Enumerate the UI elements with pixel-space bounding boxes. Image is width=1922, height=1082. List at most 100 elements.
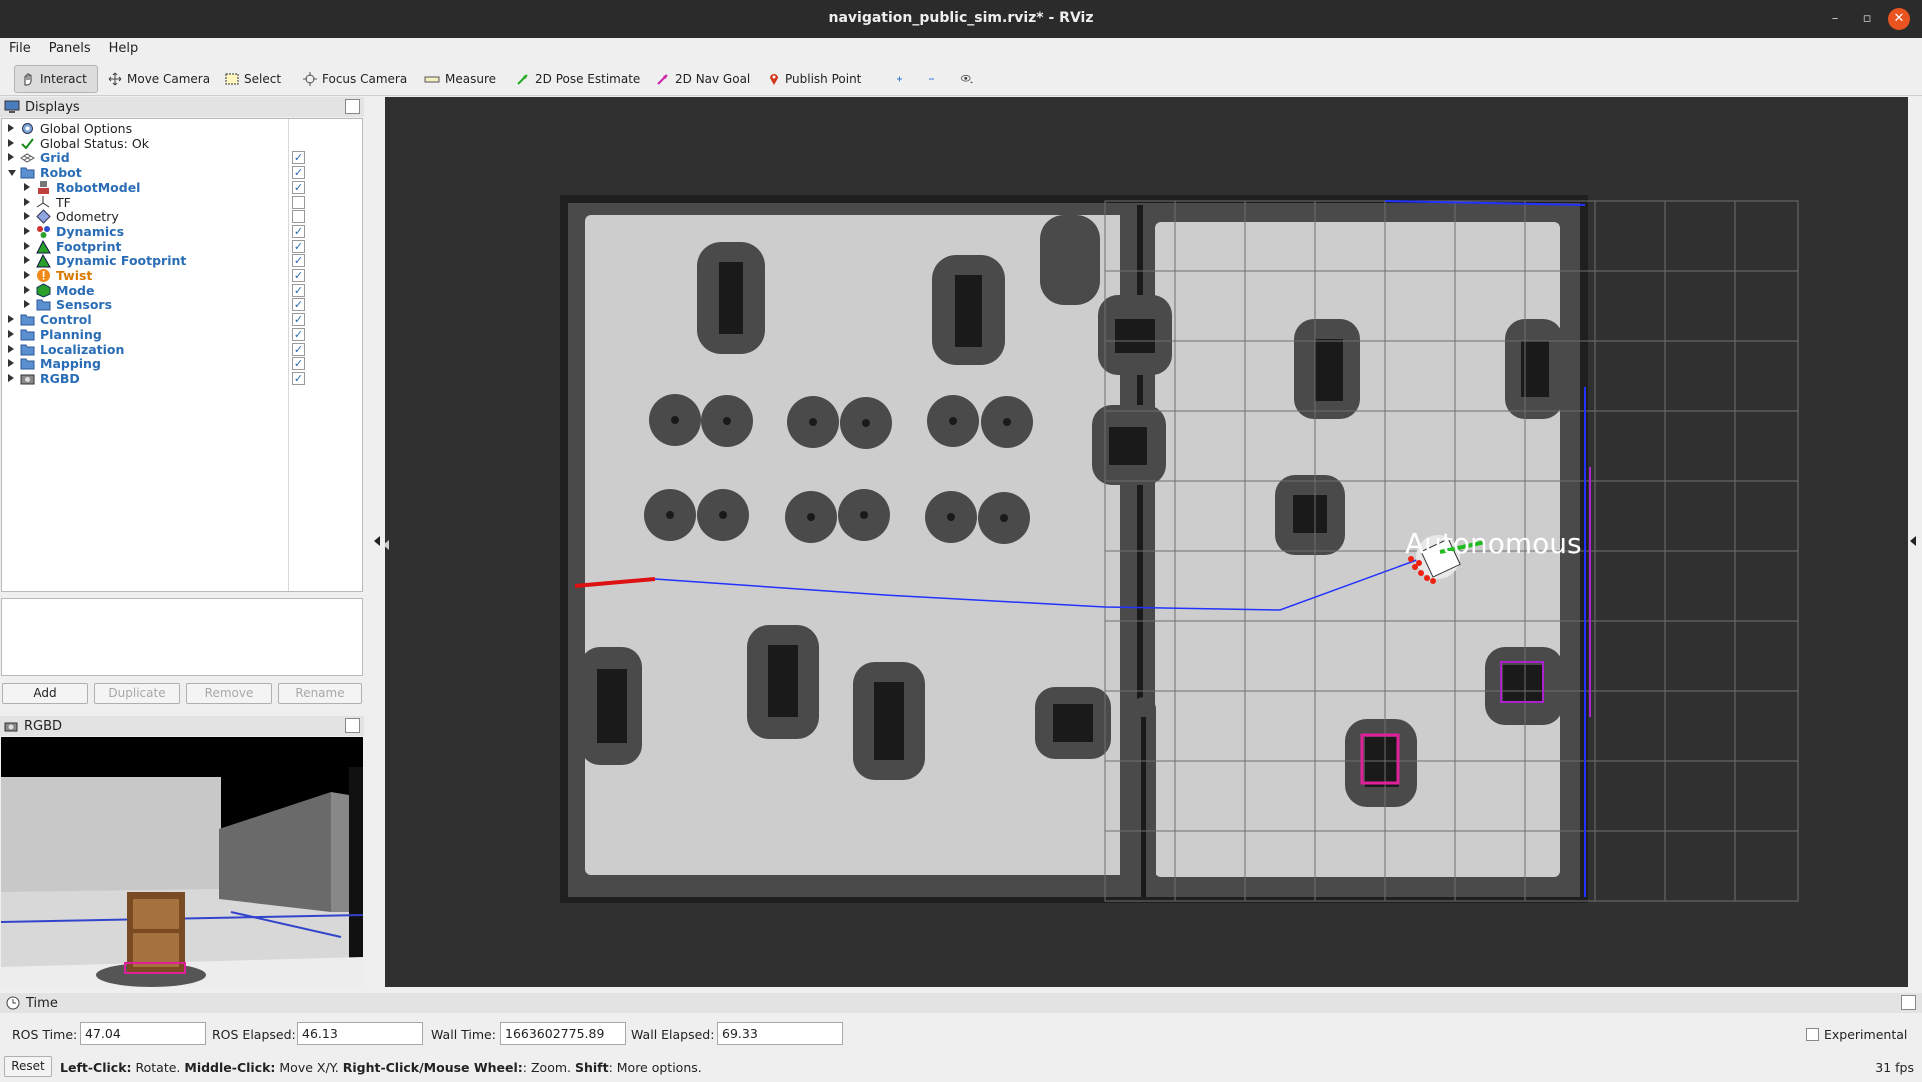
display-item-checkbox[interactable]: ✓ (292, 357, 305, 371)
remove-button[interactable]: Remove (186, 683, 272, 704)
expand-arrow-icon[interactable] (24, 226, 30, 235)
expand-arrow-icon[interactable] (8, 315, 14, 324)
expand-arrow-icon[interactable] (8, 344, 14, 353)
display-item-checkbox[interactable] (292, 195, 305, 209)
plus-icon (897, 76, 902, 82)
tool-publish-point[interactable]: Publish Point (762, 65, 867, 93)
tool-focus-camera[interactable]: Focus Camera (297, 65, 413, 93)
add-tool-button[interactable] (890, 65, 914, 93)
expand-arrow-icon[interactable] (24, 197, 30, 206)
expand-arrow-icon[interactable] (8, 359, 14, 368)
display-item-rgbd[interactable]: RGBD ✓ (2, 370, 362, 388)
display-item-checkbox[interactable]: ✓ (292, 298, 305, 312)
display-item-checkbox[interactable] (292, 210, 305, 224)
display-item-checkbox[interactable]: ✓ (292, 224, 305, 238)
display-item-checkbox[interactable]: ✓ (292, 313, 305, 327)
expand-arrow-icon[interactable] (24, 271, 30, 279)
display-item-checkbox[interactable]: ✓ (292, 371, 305, 385)
close-button[interactable]: ✕ (1888, 8, 1910, 30)
tool-select-label: Select (244, 72, 282, 86)
ros-elapsed-label: ROS Elapsed: (212, 1027, 296, 1042)
right-dock-arrow[interactable] (1910, 536, 1916, 546)
displays-title: Displays (25, 99, 80, 115)
collapse-arrow-icon[interactable] (8, 170, 16, 177)
expand-arrow-icon[interactable] (24, 256, 30, 265)
wall-time-field[interactable]: 1663602775.89 (500, 1022, 626, 1045)
left-dock-arrow[interactable] (374, 536, 380, 546)
expand-arrow-icon[interactable] (8, 153, 14, 162)
measure-icon (424, 76, 440, 83)
duplicate-button[interactable]: Duplicate (94, 683, 180, 704)
display-item-checkbox[interactable]: ✓ (292, 283, 305, 297)
hint-left-click-text: Rotate. (131, 1060, 185, 1075)
display-item-checkbox[interactable]: ✓ (292, 151, 305, 165)
focus-camera-icon (303, 72, 317, 86)
fps-counter: 31 fps (1875, 1060, 1914, 1075)
view-options-button[interactable] (954, 65, 984, 93)
tool-publish-point-label: Publish Point (785, 72, 862, 86)
wall-elapsed-field[interactable]: 69.33 (717, 1022, 843, 1045)
tool-move-camera[interactable]: Move Camera (102, 65, 216, 93)
menu-file[interactable]: File (0, 38, 40, 56)
window-title: navigation_public_sim.rviz* - RViz (828, 10, 1094, 26)
tool-measure[interactable]: Measure (418, 65, 502, 93)
menu-help[interactable]: Help (100, 38, 148, 56)
displays-float-button[interactable] (345, 99, 360, 114)
rgbd-title: RGBD (24, 718, 63, 734)
time-float-button[interactable] (1901, 995, 1916, 1010)
display-item-checkbox[interactable]: ✓ (292, 342, 305, 356)
tool-measure-label: Measure (445, 72, 496, 86)
expand-arrow-icon[interactable] (24, 285, 30, 294)
camera-icon (20, 371, 35, 386)
menu-panels[interactable]: Panels (40, 38, 100, 56)
tool-2d-nav-goal[interactable]: 2D Nav Goal (650, 65, 756, 93)
display-item-checkbox[interactable]: ✓ (292, 327, 305, 341)
experimental-label: Experimental (1824, 1027, 1908, 1042)
expand-arrow-icon[interactable] (8, 329, 14, 338)
display-item-checkbox[interactable]: ✓ (292, 180, 305, 194)
hint-right-click-text: : Zoom. (522, 1060, 575, 1075)
select-icon (225, 73, 239, 85)
display-item-checkbox[interactable]: ✓ (292, 166, 305, 180)
render-view[interactable]: Autonomous (385, 97, 1908, 987)
restore-button[interactable]: ▫ (1856, 8, 1878, 30)
tool-interact[interactable]: Interact (14, 65, 98, 93)
hint-right-click: Right-Click/Mouse Wheel: (342, 1060, 523, 1075)
display-item-checkbox[interactable]: ✓ (292, 269, 305, 282)
tool-interact-label: Interact (40, 72, 87, 86)
expand-arrow-icon[interactable] (24, 212, 30, 221)
rgbd-camera-view[interactable] (1, 737, 363, 987)
rgbd-scene (1, 737, 363, 987)
time-title: Time (26, 995, 58, 1011)
expand-arrow-icon[interactable] (24, 241, 30, 250)
expand-arrow-icon[interactable] (24, 182, 30, 191)
expand-arrow-icon[interactable] (8, 373, 14, 382)
expand-arrow-icon[interactable] (24, 300, 30, 309)
expand-arrow-icon[interactable] (8, 138, 14, 147)
display-item-checkbox[interactable]: ✓ (292, 239, 305, 253)
interact-icon (24, 73, 32, 86)
ros-time-field[interactable]: 47.04 (80, 1022, 206, 1045)
remove-tool-button[interactable] (922, 65, 946, 93)
title-bar: navigation_public_sim.rviz* - RViz – ▫ ✕ (0, 0, 1922, 38)
reset-button[interactable]: Reset (4, 1056, 52, 1077)
displays-buttons: Add Duplicate Remove Rename (2, 683, 362, 705)
ros-elapsed-field[interactable]: 46.13 (297, 1022, 423, 1045)
tool-focus-camera-label: Focus Camera (322, 72, 408, 86)
add-button[interactable]: Add (2, 683, 88, 704)
tool-2d-pose-estimate[interactable]: 2D Pose Estimate (510, 65, 646, 93)
tool-select[interactable]: Select (219, 65, 287, 93)
time-panel-header: Time (0, 993, 1922, 1013)
status-hint: Left-Click: Rotate. Middle-Click: Move X… (60, 1060, 702, 1075)
time-fields: ROS Time: 47.04 ROS Elapsed: 46.13 Wall … (0, 1020, 1922, 1048)
expand-arrow-icon[interactable] (8, 124, 14, 132)
minimize-button[interactable]: – (1824, 8, 1846, 30)
rgbd-float-button[interactable] (345, 718, 360, 733)
hint-left-click: Left-Click: (60, 1060, 132, 1075)
experimental-checkbox[interactable] (1806, 1028, 1819, 1041)
rename-button[interactable]: Rename (278, 683, 362, 704)
ros-time-label: ROS Time: (12, 1027, 78, 1042)
map-canvas (385, 195, 1799, 903)
display-item-checkbox[interactable]: ✓ (292, 254, 305, 268)
nav-goal-icon (657, 74, 668, 85)
